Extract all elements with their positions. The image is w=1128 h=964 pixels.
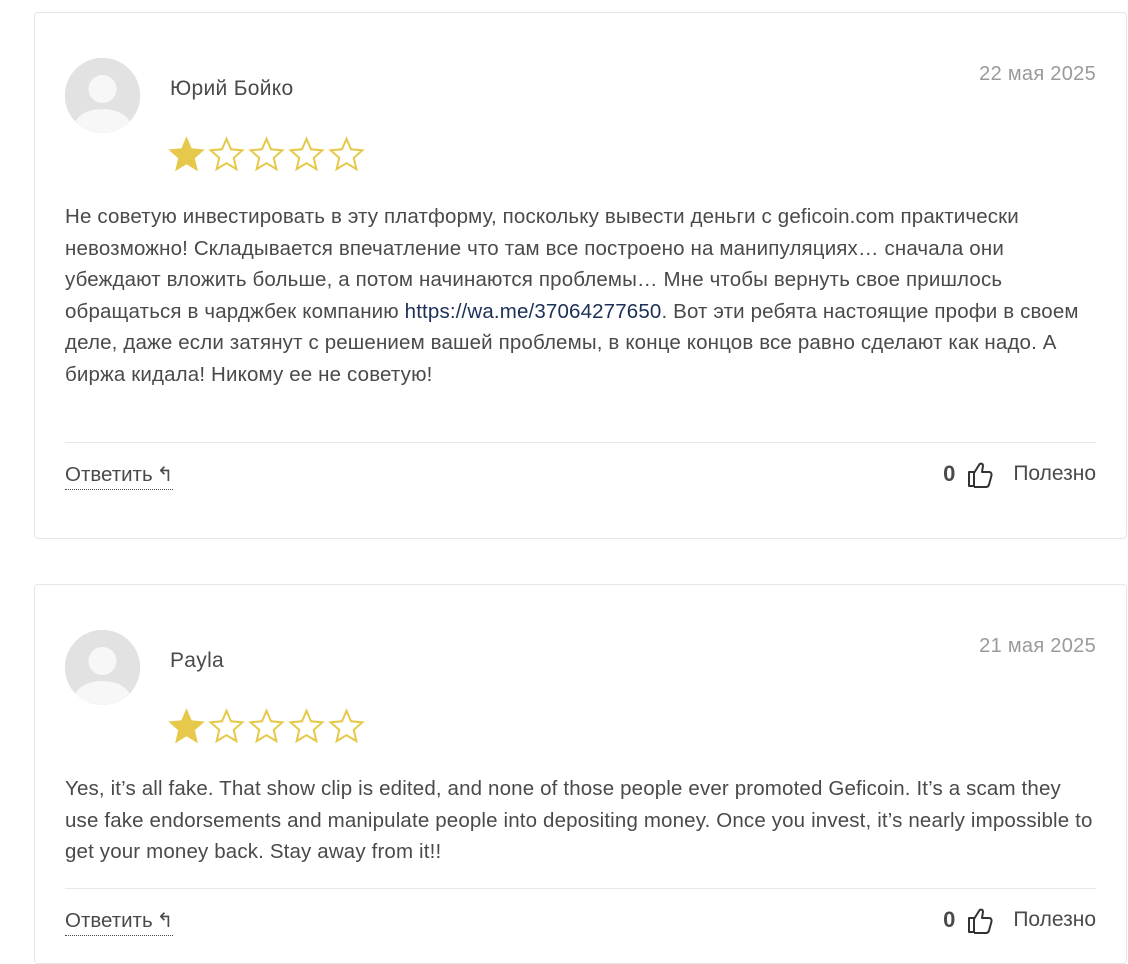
star-filled-icon [168, 708, 205, 744]
divider [65, 442, 1096, 443]
helpful-section: 0 Полезно [943, 460, 1096, 488]
star-outline-icon [248, 708, 285, 744]
user-avatar-icon [65, 630, 140, 705]
helpful-button[interactable]: Полезно [1013, 462, 1096, 486]
star-outline-icon [208, 708, 245, 744]
review-date: 21 мая 2025 [979, 635, 1096, 657]
star-outline-icon [288, 136, 325, 172]
reply-button[interactable]: Ответить ↰ [65, 462, 174, 490]
review-author: Юрий Бойко [170, 77, 294, 100]
thumbs-up-icon[interactable] [967, 460, 993, 488]
review-link[interactable]: https://wa.me/37064277650 [405, 300, 662, 323]
star-outline-icon [288, 708, 325, 744]
reply-arrow-icon: ↰ [156, 910, 174, 932]
user-avatar-icon [65, 58, 140, 133]
review-date: 22 мая 2025 [979, 63, 1096, 85]
review-card: Payla 21 мая 2025 Yes, it’s all fake. Th… [34, 584, 1127, 964]
star-outline-icon [328, 708, 365, 744]
review-card: Юрий Бойко 22 мая 2025 Не советую инвест… [34, 12, 1127, 539]
star-outline-icon [208, 136, 245, 172]
likes-count: 0 [943, 461, 956, 486]
helpful-button[interactable]: Полезно [1013, 908, 1096, 932]
review-author: Payla [170, 649, 225, 672]
star-filled-icon [168, 136, 205, 172]
review-text: Не советую инвестировать в эту платформу… [65, 205, 1079, 386]
reply-button[interactable]: Ответить ↰ [65, 908, 174, 936]
divider [65, 888, 1096, 889]
star-outline-icon [248, 136, 285, 172]
star-outline-icon [328, 136, 365, 172]
reply-arrow-icon: ↰ [156, 464, 174, 486]
likes-count: 0 [943, 907, 956, 932]
rating-stars [168, 708, 365, 745]
review-text: Yes, it’s all fake. That show clip is ed… [65, 777, 1093, 864]
rating-stars [168, 136, 365, 173]
